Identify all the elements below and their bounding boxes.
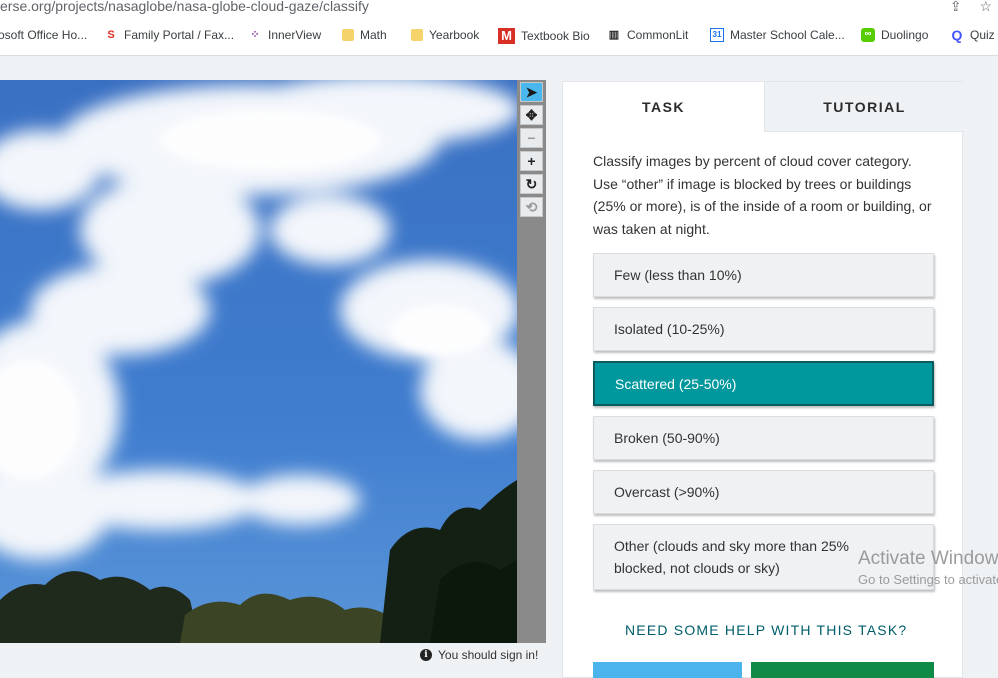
bookmark-office[interactable]: osoft Office Ho... <box>0 28 87 42</box>
reset-icon[interactable]: ⟲ <box>520 197 543 217</box>
folder-icon <box>411 29 423 41</box>
watermark-title: Activate Windows <box>858 548 998 569</box>
bookmark-label: Yearbook <box>429 28 480 42</box>
plus-icon[interactable]: + <box>520 151 543 171</box>
bookmark-duolingo[interactable]: ºº Duolingo <box>861 28 928 42</box>
share-icon[interactable]: ⇪ <box>950 0 962 14</box>
bookmark-math[interactable]: Math <box>342 28 387 42</box>
family-portal-icon: S <box>107 29 115 41</box>
answer-overcast[interactable]: Overcast (>90%) <box>593 470 934 514</box>
calendar-icon: 31 <box>710 28 724 42</box>
answer-few[interactable]: Few (less than 10%) <box>593 253 934 297</box>
book-icon: ▥ <box>608 29 620 41</box>
bookmark-label: Quiz <box>970 28 995 42</box>
answer-label: Broken (50-90%) <box>614 430 720 446</box>
star-icon[interactable]: ☆ <box>979 0 992 14</box>
image-toolbar: ➤ ✥ − + ↻ ⟲ <box>517 80 546 643</box>
answer-scattered[interactable]: Scattered (25-50%) <box>593 361 934 406</box>
bookmarks-bar: osoft Office Ho... S Family Portal / Fax… <box>0 22 998 52</box>
move-icon[interactable]: ✥ <box>520 105 543 125</box>
tab-tutorial[interactable]: TUTORIAL <box>764 82 964 132</box>
answer-broken[interactable]: Broken (50-90%) <box>593 416 934 460</box>
windows-activation-watermark: Activate Windows Go to Settings to activ… <box>858 548 998 587</box>
address-bar[interactable]: erse.org/projects/nasaglobe/nasa-globe-c… <box>0 0 998 18</box>
done-button[interactable] <box>593 662 742 678</box>
duolingo-icon: ºº <box>861 28 875 42</box>
bookmark-label: Master School Cale... <box>730 28 845 42</box>
bookmark-family-portal[interactable]: S Family Portal / Fax... <box>104 28 234 42</box>
rotate-icon[interactable]: ↻ <box>520 174 543 194</box>
bookmark-yearbook[interactable]: Yearbook <box>411 28 479 42</box>
answer-label: Few (less than 10%) <box>614 267 742 283</box>
quizlet-icon: Q <box>951 27 963 43</box>
bookmark-quiz[interactable]: Q Quiz <box>950 28 995 42</box>
bookmark-label: InnerView <box>268 28 322 42</box>
watermark-subtitle: Go to Settings to activate Windows. <box>858 572 998 587</box>
help-link[interactable]: NEED SOME HELP WITH THIS TASK? <box>625 622 907 638</box>
task-panel: TASK TUTORIAL Classify images by percent… <box>562 81 964 678</box>
innerview-icon: ⁘ <box>250 29 260 41</box>
next-button[interactable] <box>751 662 934 678</box>
answer-label: Isolated (10-25%) <box>614 321 725 337</box>
url-text[interactable]: erse.org/projects/nasaglobe/nasa-globe-c… <box>0 0 369 14</box>
signin-text: You should sign in! <box>438 648 539 662</box>
task-instruction: Classify images by percent of cloud cove… <box>593 153 932 237</box>
minus-icon[interactable]: − <box>520 128 543 148</box>
tab-task[interactable]: TASK <box>563 82 764 132</box>
bookmark-innerview[interactable]: ⁘ InnerView <box>248 28 321 42</box>
bookmark-textbook-bio[interactable]: M Textbook Bio <box>498 28 590 44</box>
bookmark-label: Math <box>360 28 387 42</box>
bookmark-master-school-calendar[interactable]: 31 Master School Cale... <box>710 28 845 42</box>
answer-label: Other (clouds and sky more than 25% bloc… <box>614 538 850 576</box>
signin-notice: i You should sign in! <box>420 648 538 662</box>
classify-page: ➤ ✥ − + ↻ ⟲ i You should sign in! TASK T… <box>0 56 998 678</box>
bookmark-label: Duolingo <box>881 28 929 42</box>
bookmark-label: osoft Office Ho... <box>0 28 88 42</box>
bookmark-label: CommonLit <box>627 28 689 42</box>
bookmark-label: Family Portal / Fax... <box>124 28 235 42</box>
answer-isolated[interactable]: Isolated (10-25%) <box>593 307 934 351</box>
bookmark-label: Textbook Bio <box>521 29 590 43</box>
task-tabs: TASK TUTORIAL <box>563 82 964 132</box>
answer-label: Overcast (>90%) <box>614 484 720 500</box>
folder-icon <box>342 29 354 41</box>
subject-image[interactable] <box>0 80 517 643</box>
bookmark-commonlit[interactable]: ▥ CommonLit <box>607 28 689 42</box>
cursor-icon[interactable]: ➤ <box>520 82 543 102</box>
gmail-icon: M <box>498 28 515 44</box>
answer-label: Scattered (25-50%) <box>615 375 737 392</box>
info-icon: i <box>420 649 432 661</box>
address-bar-actions: ⇪ ☆ <box>936 0 992 15</box>
browser-page: erse.org/projects/nasaglobe/nasa-globe-c… <box>0 0 998 678</box>
